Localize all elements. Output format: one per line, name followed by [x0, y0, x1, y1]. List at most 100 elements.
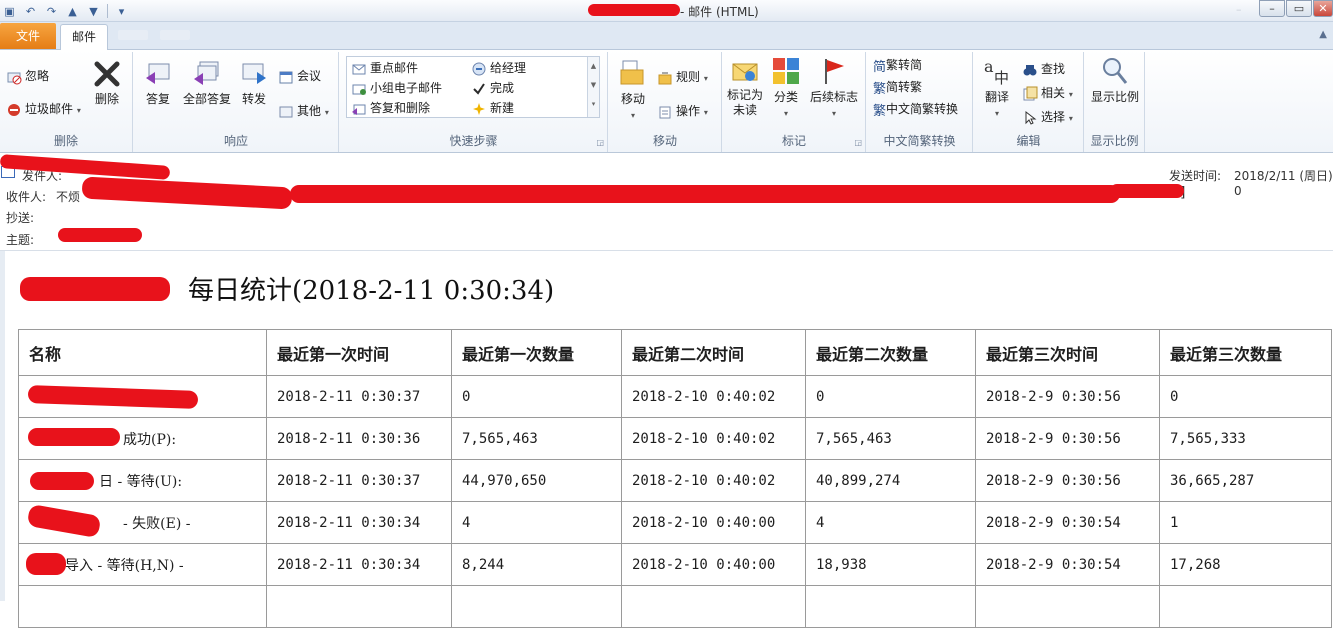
quick-step-item[interactable]: 重点邮件 [351, 59, 418, 77]
find-button[interactable]: 查找 [1022, 60, 1065, 78]
maximize-button[interactable]: ▭ [1286, 0, 1312, 17]
actions-button[interactable]: 操作 ▾ [657, 102, 708, 120]
cell-count-3: 1 [1159, 501, 1332, 544]
group-respond: 答复 全部答复 转发 会议 其他 ▾ 响应 [134, 52, 339, 152]
column-header: 名称 [18, 329, 267, 376]
down-arrow-icon[interactable]: ▼ [86, 4, 101, 19]
group-chinese-conversion: 简繁转简 繁简转繁 繁中文简繁转换 中文简繁转换 [867, 52, 973, 152]
group-label-quick-steps: 快速步骤 [449, 134, 498, 148]
quick-step-item[interactable]: 新建 [471, 99, 514, 117]
actions-icon [659, 106, 671, 118]
redaction-mark [58, 228, 142, 242]
cell-count-1: 4 [451, 501, 622, 544]
chinese-convert-button[interactable]: 繁中文简繁转换 [873, 100, 958, 119]
customize-qat-icon[interactable]: ▾ [114, 4, 129, 19]
redaction-mark [1110, 184, 1184, 198]
close-button[interactable]: ✕ [1313, 0, 1333, 17]
important-mail-icon [352, 64, 366, 74]
tab-file[interactable]: 文件 [0, 23, 56, 49]
cell-time-2: 2018-2-10 0:40:00 [621, 543, 806, 586]
chinese-convert-icon: 繁 [873, 104, 887, 119]
quick-step-item[interactable]: 答复和删除 [351, 99, 430, 117]
more-respond-button[interactable]: 其他 ▾ [278, 102, 329, 120]
cell-time-2: 2018-2-10 0:40:02 [621, 459, 806, 502]
redaction-mark [30, 472, 94, 490]
up-arrow-icon[interactable]: ▲ [65, 4, 80, 19]
junk-button[interactable]: 垃圾邮件 ▾ [6, 100, 81, 118]
reply-button[interactable]: 答复 [140, 58, 176, 107]
dialog-launcher-icon[interactable]: ◲ [596, 138, 604, 147]
table-row: 成功(P): 2018-2-11 0:30:36 7,565,463 2018-… [18, 417, 1332, 460]
mark-unread-icon [732, 63, 758, 81]
delete-x-icon [94, 61, 120, 87]
binoculars-icon [1023, 64, 1037, 75]
cell-count-1: 0 [451, 375, 622, 418]
cell-count-2: 18,938 [805, 543, 976, 586]
cell-time-3: 2018-2-9 0:30:54 [975, 543, 1160, 586]
cell-time-1: 2018-2-11 0:30:37 [266, 375, 452, 418]
mark-unread-button[interactable]: 标记为 未读 [725, 56, 765, 118]
move-folder-icon [620, 60, 644, 85]
to-simplified-button[interactable]: 简繁转简 [873, 56, 922, 75]
quick-access-toolbar: ▣ ↶ ↷ ▲ ▼ ▾ [2, 1, 129, 21]
column-header: 最近第二次时间 [621, 329, 806, 376]
group-label-tags: 标记 [781, 134, 806, 148]
related-button[interactable]: 相关 ▾ [1022, 84, 1073, 102]
translate-icon: a中 [984, 57, 1009, 86]
dialog-launcher-icon[interactable]: ◲ [854, 138, 862, 147]
cell-count-3: 17,268 [1159, 543, 1332, 586]
cell-time-1: 2018-2-11 0:30:36 [266, 417, 452, 460]
group-delete: 忽略 垃圾邮件 ▾ 删除 删除 [0, 52, 133, 152]
group-quick-steps: 重点邮件 给经理 小组电子邮件 完成 答复和删除 新建 ▲ ▼ ▾ 快速步骤 ◲ [340, 52, 608, 152]
minimize-button[interactable]: – [1259, 0, 1285, 17]
stats-table: 名称 最近第一次时间 最近第一次数量 最近第二次时间 最近第二次数量 最近第三次… [18, 329, 1332, 628]
cell-count-1: 7,565,463 [451, 417, 622, 460]
group-label-edit: 编辑 [1016, 134, 1041, 148]
cell-time-2 [621, 585, 806, 628]
new-step-icon [473, 102, 485, 115]
svg-text:a: a [984, 57, 994, 76]
cell-time-1: 2018-2-11 0:30:34 [266, 501, 452, 544]
follow-up-button[interactable]: 后续标志 ▾ [807, 56, 861, 119]
tab-ghost [118, 30, 148, 40]
categorize-button[interactable]: 分类 ▾ [769, 56, 803, 119]
cell-time-1: 2018-2-11 0:30:34 [266, 543, 452, 586]
group-label-zoom: 显示比例 [1090, 134, 1139, 148]
group-zoom: 显示比例 显示比例 [1085, 52, 1145, 152]
translate-button[interactable]: a中 翻译 ▾ [980, 56, 1014, 119]
table-row: 导入 - 等待(H,N) - 2018-2-11 0:30:34 8,244 2… [18, 543, 1332, 586]
undo-icon[interactable]: ↶ [23, 4, 38, 19]
meeting-button[interactable]: 会议 [278, 67, 321, 85]
cell-count-1: 44,970,650 [451, 459, 622, 502]
quick-step-item[interactable]: 给经理 [471, 59, 526, 77]
zoom-button[interactable]: 显示比例 [1089, 56, 1141, 105]
subject-label: 主题: [6, 233, 35, 247]
meeting-icon [279, 71, 293, 83]
to-label: 收件人: [6, 190, 47, 204]
ignore-button[interactable]: 忽略 [6, 67, 49, 85]
redaction-mark [588, 4, 680, 16]
delete-button[interactable]: 删除 [88, 58, 126, 107]
reply-delete-icon [352, 104, 366, 115]
table-row: 日 - 等待(U): 2018-2-11 0:30:37 44,970,650 … [18, 459, 1332, 502]
column-header: 最近第三次数量 [1159, 329, 1332, 376]
column-header: 最近第一次数量 [451, 329, 622, 376]
reply-all-button[interactable]: 全部答复 [180, 58, 234, 107]
quick-step-item[interactable]: 完成 [471, 79, 514, 97]
quick-steps-scroll[interactable]: ▲ ▼ ▾ [587, 57, 599, 117]
to-traditional-button[interactable]: 繁简转繁 [873, 78, 922, 97]
rules-button[interactable]: 规则 ▾ [657, 68, 708, 86]
to-simplified-icon: 简 [873, 60, 887, 75]
ribbon-collapse-icon[interactable]: ▲ [1319, 29, 1327, 40]
group-label-move: 移动 [652, 134, 677, 148]
cell-time-3 [975, 585, 1160, 628]
quick-step-item[interactable]: 小组电子邮件 [351, 79, 442, 97]
tab-mail[interactable]: 邮件 [60, 24, 108, 51]
redo-icon[interactable]: ↷ [44, 4, 59, 19]
select-button[interactable]: 选择 ▾ [1022, 108, 1073, 126]
group-tags: 标记为 未读 分类 ▾ 后续标志 ▾ 标记 ◲ [723, 52, 866, 152]
move-button[interactable]: 移动 ▾ [615, 58, 651, 121]
magnifier-icon [1103, 58, 1128, 84]
forward-button[interactable]: 转发 [238, 58, 270, 107]
save-icon[interactable]: ▣ [2, 4, 17, 19]
